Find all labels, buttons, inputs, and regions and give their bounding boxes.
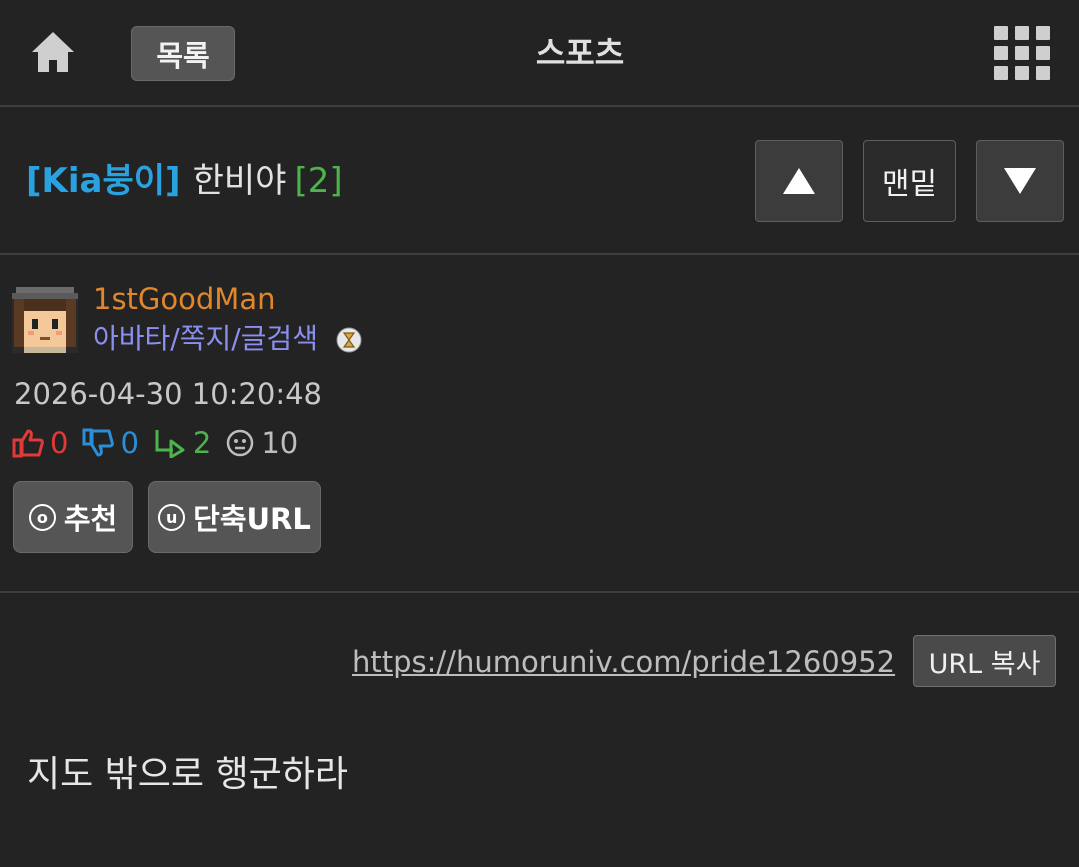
short-url-button[interactable]: u 단축URL xyxy=(148,481,321,553)
list-button[interactable]: 목록 xyxy=(131,26,235,81)
face-icon xyxy=(227,429,254,457)
post-date: 2026-04-30 10:20:48 xyxy=(14,377,322,411)
view-count: 10 xyxy=(261,426,299,460)
post-title-text: 한비야 xyxy=(192,161,287,201)
scroll-bottom-button[interactable]: 맨밑 xyxy=(863,140,956,222)
key-u-icon: u xyxy=(158,503,186,531)
triangle-down-icon xyxy=(1004,168,1036,194)
recommend-button[interactable]: o 추천 xyxy=(13,481,133,553)
reply-stat: 2 xyxy=(153,426,211,460)
post-stats: 0 0 2 10 xyxy=(12,423,312,463)
author-name[interactable]: 1stGoodMan xyxy=(93,280,275,318)
post-url-link[interactable]: https://humoruniv.com/pride1260952 xyxy=(352,642,895,682)
recommend-label: 추천 xyxy=(63,502,118,536)
triangle-up-icon xyxy=(783,168,815,194)
reply-arrow-icon xyxy=(155,430,185,458)
url-copy-button[interactable]: URL 복사 xyxy=(913,635,1056,687)
post-category[interactable]: [Kia붕이] xyxy=(26,161,181,201)
scroll-up-button[interactable] xyxy=(755,140,843,222)
menu-grid-icon[interactable] xyxy=(994,26,1050,80)
comment-count: [2] xyxy=(294,161,343,201)
thumbs-up-icon xyxy=(12,429,44,458)
post-body-text: 지도 밖으로 행군하라 xyxy=(27,754,348,795)
avatar[interactable] xyxy=(12,285,78,353)
home-icon[interactable] xyxy=(30,30,76,74)
key-o-icon: o xyxy=(28,503,56,531)
post-title: [Kia붕이] 한비야 [2] xyxy=(26,158,343,204)
downvote-count: 0 xyxy=(120,426,139,460)
upvote-stat: 0 xyxy=(12,426,68,460)
thumbs-down-icon xyxy=(82,428,115,457)
hourglass-badge-icon xyxy=(336,327,362,353)
reply-count: 2 xyxy=(192,426,212,460)
view-stat: 10 xyxy=(225,426,298,460)
scroll-down-button[interactable] xyxy=(976,140,1064,222)
short-url-label: 단축URL xyxy=(193,502,311,536)
downvote-stat: 0 xyxy=(82,426,139,460)
board-title: 스포츠 xyxy=(535,34,625,72)
upvote-count: 0 xyxy=(50,426,69,460)
author-links[interactable]: 아바타/쪽지/글검색 xyxy=(93,320,318,358)
